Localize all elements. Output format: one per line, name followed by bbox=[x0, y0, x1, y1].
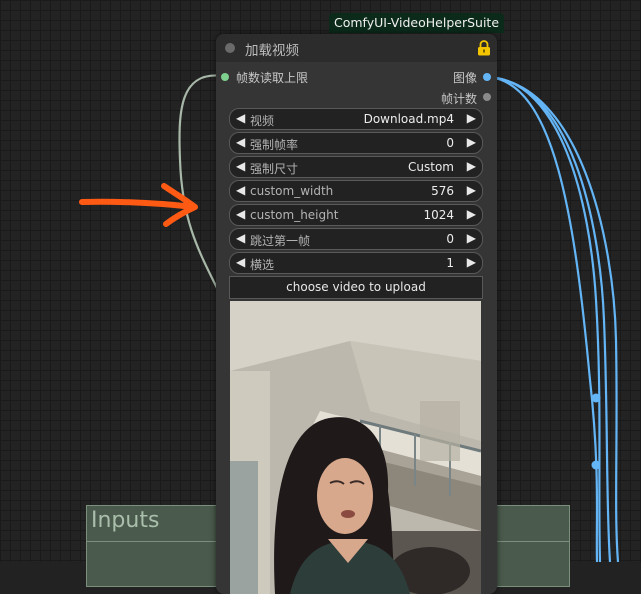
widget-value: 0 bbox=[446, 136, 454, 150]
increment-arrow-icon[interactable]: ▶ bbox=[467, 111, 476, 125]
widget-value: Download.mp4 bbox=[363, 112, 454, 126]
widget-label: 跳过第一帧 bbox=[250, 234, 311, 248]
decrement-arrow-icon[interactable]: ◀ bbox=[236, 111, 245, 125]
node-header[interactable]: 加载视频 bbox=[216, 34, 497, 62]
widget-custom-width[interactable]: ◀ custom_width 576 ▶ bbox=[229, 180, 483, 202]
widget-value: 576 bbox=[431, 184, 454, 198]
node-title: 加载视频 bbox=[245, 43, 299, 59]
increment-arrow-icon[interactable]: ▶ bbox=[467, 159, 476, 173]
widget-video[interactable]: ◀ 视频 Download.mp4 ▶ bbox=[229, 108, 483, 130]
video-preview[interactable] bbox=[230, 301, 481, 594]
increment-arrow-icon[interactable]: ▶ bbox=[467, 207, 476, 221]
increment-arrow-icon[interactable]: ▶ bbox=[467, 135, 476, 149]
widget-label: custom_height bbox=[250, 208, 339, 222]
wire-image-output-2 bbox=[487, 75, 612, 562]
annotation-arrow-icon bbox=[79, 183, 198, 227]
widget-skip-first-frames[interactable]: ◀ 跳过第一帧 0 ▶ bbox=[229, 228, 483, 250]
node-source-badge: ComfyUI-VideoHelperSuite bbox=[329, 13, 505, 33]
decrement-arrow-icon[interactable]: ◀ bbox=[236, 231, 245, 245]
increment-arrow-icon[interactable]: ▶ bbox=[467, 231, 476, 245]
decrement-arrow-icon[interactable]: ◀ bbox=[236, 255, 245, 269]
input-slot-label: 帧数读取上限 bbox=[236, 71, 309, 85]
lock-icon[interactable] bbox=[477, 40, 491, 56]
widget-value: 1 bbox=[446, 256, 454, 270]
decrement-arrow-icon[interactable]: ◀ bbox=[236, 207, 245, 221]
widget-custom-height[interactable]: ◀ custom_height 1024 ▶ bbox=[229, 204, 483, 226]
load-video-node[interactable]: 加载视频 帧数读取上限 图像 帧计数 ◀ 视频 Download.mp4 ▶ ◀… bbox=[216, 34, 497, 594]
widget-value: 0 bbox=[446, 232, 454, 246]
decrement-arrow-icon[interactable]: ◀ bbox=[236, 135, 245, 149]
decrement-arrow-icon[interactable]: ◀ bbox=[236, 159, 245, 173]
widget-value: Custom bbox=[408, 160, 454, 174]
wire-reroute-point bbox=[591, 393, 601, 403]
widget-select-every-nth[interactable]: ◀ 横选 1 ▶ bbox=[229, 252, 483, 274]
widget-label: 强制帧率 bbox=[250, 138, 299, 152]
decrement-arrow-icon[interactable]: ◀ bbox=[236, 183, 245, 197]
output-slot-frame-count[interactable] bbox=[483, 93, 491, 101]
increment-arrow-icon[interactable]: ▶ bbox=[467, 183, 476, 197]
widget-value: 1024 bbox=[423, 208, 454, 222]
output-slot-label-image: 图像 bbox=[452, 71, 477, 85]
widget-label: custom_width bbox=[250, 184, 334, 198]
output-slot-image[interactable] bbox=[483, 73, 491, 81]
output-slot-label-frame-count: 帧计数 bbox=[440, 92, 477, 106]
widget-force-size[interactable]: ◀ 强制尺寸 Custom ▶ bbox=[229, 156, 483, 178]
widget-force-rate[interactable]: ◀ 强制帧率 0 ▶ bbox=[229, 132, 483, 154]
widget-label: 强制尺寸 bbox=[250, 162, 299, 176]
video-frame-image bbox=[230, 301, 481, 594]
widget-label: 视频 bbox=[250, 114, 275, 128]
upload-video-button[interactable]: choose video to upload bbox=[229, 276, 483, 299]
widget-label: 横选 bbox=[250, 258, 275, 272]
wire-reroute-point bbox=[591, 460, 601, 470]
input-slot-frame-limit[interactable] bbox=[221, 73, 229, 81]
increment-arrow-icon[interactable]: ▶ bbox=[467, 255, 476, 269]
wire-image-output-4 bbox=[487, 75, 599, 562]
collapse-dot[interactable] bbox=[225, 43, 235, 53]
